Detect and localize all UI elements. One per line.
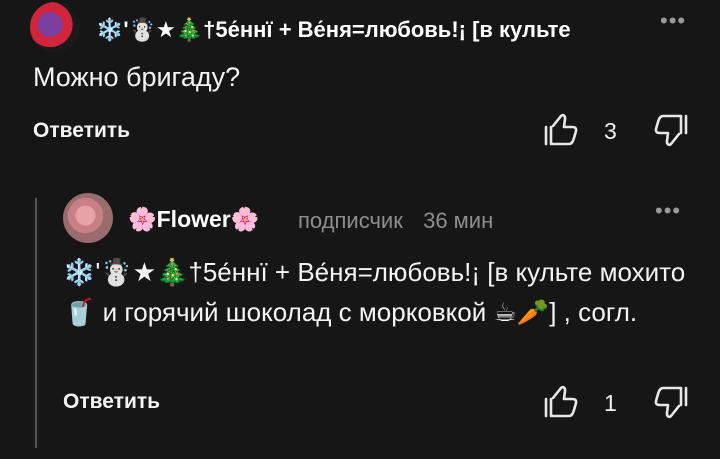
- comment-time: 36 мин: [423, 208, 494, 233]
- thumb-down-icon[interactable]: [652, 110, 692, 150]
- comment-text: Можно бригаду?: [33, 62, 241, 92]
- thread-line: [35, 198, 37, 448]
- thumb-up-icon[interactable]: [540, 110, 580, 150]
- like-count: 1: [604, 390, 617, 416]
- avatar[interactable]: [63, 193, 113, 243]
- thumb-down-icon[interactable]: [652, 382, 692, 422]
- reply-button[interactable]: Ответить: [63, 390, 160, 414]
- comment-meta: подписчик 36 мин: [298, 208, 493, 234]
- reply-button[interactable]: Ответить: [33, 119, 130, 143]
- avatar[interactable]: [30, 2, 80, 52]
- more-menu-icon[interactable]: •••: [655, 198, 681, 224]
- comment-author[interactable]: ❄️'☃️★🎄†5е́ннї + Ве́ня=любовь!¡ [в культ…: [96, 17, 646, 43]
- subscriber-badge: подписчик: [298, 208, 403, 233]
- like-count: 3: [604, 118, 617, 144]
- comment-author[interactable]: 🌸Flower🌸: [128, 206, 259, 233]
- more-menu-icon[interactable]: •••: [660, 8, 686, 34]
- comment-text: ❄️'☃️★🎄†5е́ннї + Ве́ня=любовь!¡ [в культ…: [63, 257, 686, 327]
- thumb-up-icon[interactable]: [540, 382, 580, 422]
